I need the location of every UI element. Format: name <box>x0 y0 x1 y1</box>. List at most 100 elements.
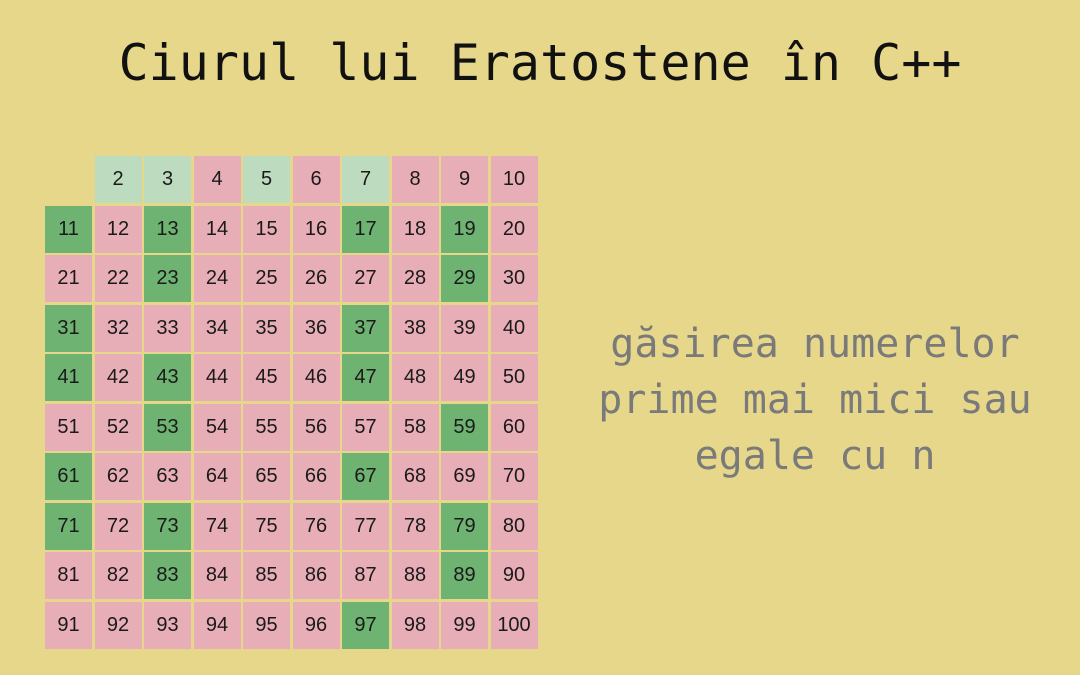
prime-cell: 71 <box>45 502 92 550</box>
composite-cell: 26 <box>292 255 340 302</box>
composite-cell: 88 <box>391 552 439 599</box>
composite-cell: 56 <box>292 403 340 451</box>
prime-cell: 19 <box>441 205 488 253</box>
composite-cell: 16 <box>292 205 340 253</box>
composite-cell: 32 <box>94 304 142 352</box>
page-title: Ciurul lui Eratostene în C++ <box>118 34 962 92</box>
prime-cell: 2 <box>94 156 142 203</box>
composite-cell: 80 <box>490 502 538 550</box>
prime-cell: 37 <box>342 304 389 352</box>
composite-cell: 75 <box>243 502 290 550</box>
composite-cell: 76 <box>292 502 340 550</box>
composite-cell: 44 <box>193 354 241 401</box>
composite-cell: 96 <box>292 601 340 649</box>
sieve-grid: 2 3 4 5 6 7 8 9 10 11 12 13 14 15 16 17 18 19 20 21 22 23 24 25… <box>45 156 540 651</box>
composite-cell: 98 <box>391 601 439 649</box>
subtitle-line-3: egale cu n <box>694 433 936 479</box>
composite-cell: 22 <box>94 255 142 302</box>
composite-cell: 15 <box>243 205 290 253</box>
composite-cell: 74 <box>193 502 241 550</box>
prime-cell: 61 <box>45 453 92 500</box>
composite-cell: 55 <box>243 403 290 451</box>
prime-cell: 83 <box>144 552 191 599</box>
composite-cell: 95 <box>243 601 290 649</box>
prime-cell: 7 <box>342 156 389 203</box>
composite-cell: 30 <box>490 255 538 302</box>
prime-cell: 41 <box>45 354 92 401</box>
prime-cell: 43 <box>144 354 191 401</box>
composite-cell: 45 <box>243 354 290 401</box>
composite-cell: 24 <box>193 255 241 302</box>
composite-cell: 66 <box>292 453 340 500</box>
composite-cell: 92 <box>94 601 142 649</box>
composite-cell: 14 <box>193 205 241 253</box>
composite-cell: 49 <box>441 354 488 401</box>
composite-cell: 51 <box>45 403 92 451</box>
prime-cell: 17 <box>342 205 389 253</box>
prime-cell: 11 <box>45 205 92 253</box>
composite-cell: 81 <box>45 552 92 599</box>
composite-cell: 50 <box>490 354 538 401</box>
composite-cell: 4 <box>193 156 241 203</box>
composite-cell: 99 <box>441 601 488 649</box>
composite-cell: 69 <box>441 453 488 500</box>
composite-cell: 64 <box>193 453 241 500</box>
composite-cell: 27 <box>342 255 389 302</box>
prime-cell: 47 <box>342 354 389 401</box>
composite-cell: 25 <box>243 255 290 302</box>
composite-cell: 82 <box>94 552 142 599</box>
composite-cell: 84 <box>193 552 241 599</box>
composite-cell: 38 <box>391 304 439 352</box>
composite-cell: 85 <box>243 552 290 599</box>
composite-cell: 8 <box>391 156 439 203</box>
prime-cell: 5 <box>243 156 290 203</box>
composite-cell: 36 <box>292 304 340 352</box>
composite-cell: 40 <box>490 304 538 352</box>
composite-cell: 52 <box>94 403 142 451</box>
composite-cell: 90 <box>490 552 538 599</box>
composite-cell: 9 <box>441 156 488 203</box>
composite-cell: 63 <box>144 453 191 500</box>
prime-cell: 3 <box>144 156 191 203</box>
composite-cell: 70 <box>490 453 538 500</box>
subtitle: găsirea numerelor prime mai mici sau ega… <box>570 316 1060 484</box>
composite-cell: 62 <box>94 453 142 500</box>
prime-cell: 29 <box>441 255 488 302</box>
composite-cell: 28 <box>391 255 439 302</box>
composite-cell: 93 <box>144 601 191 649</box>
composite-cell: 42 <box>94 354 142 401</box>
prime-cell: 53 <box>144 403 191 451</box>
prime-cell: 73 <box>144 502 191 550</box>
prime-cell: 13 <box>144 205 191 253</box>
composite-cell: 65 <box>243 453 290 500</box>
composite-cell: 21 <box>45 255 92 302</box>
composite-cell: 78 <box>391 502 439 550</box>
composite-cell: 20 <box>490 205 538 253</box>
composite-cell: 94 <box>193 601 241 649</box>
composite-cell: 39 <box>441 304 488 352</box>
composite-cell: 34 <box>193 304 241 352</box>
prime-cell: 67 <box>342 453 389 500</box>
composite-cell: 10 <box>490 156 538 203</box>
prime-cell: 97 <box>342 601 389 649</box>
composite-cell: 35 <box>243 304 290 352</box>
composite-cell: 33 <box>144 304 191 352</box>
subtitle-line-1: găsirea numerelor <box>610 321 1020 367</box>
composite-cell: 87 <box>342 552 389 599</box>
prime-cell: 79 <box>441 502 488 550</box>
subtitle-line-2: prime mai mici sau <box>598 377 1032 423</box>
composite-cell: 58 <box>391 403 439 451</box>
prime-cell: 59 <box>441 403 488 451</box>
composite-cell: 12 <box>94 205 142 253</box>
prime-cell: 89 <box>441 552 488 599</box>
prime-cell: 31 <box>45 304 92 352</box>
composite-cell: 46 <box>292 354 340 401</box>
composite-cell: 60 <box>490 403 538 451</box>
composite-cell: 72 <box>94 502 142 550</box>
prime-cell: 23 <box>144 255 191 302</box>
composite-cell: 6 <box>292 156 340 203</box>
composite-cell: 57 <box>342 403 389 451</box>
composite-cell: 86 <box>292 552 340 599</box>
composite-cell: 91 <box>45 601 92 649</box>
composite-cell: 68 <box>391 453 439 500</box>
